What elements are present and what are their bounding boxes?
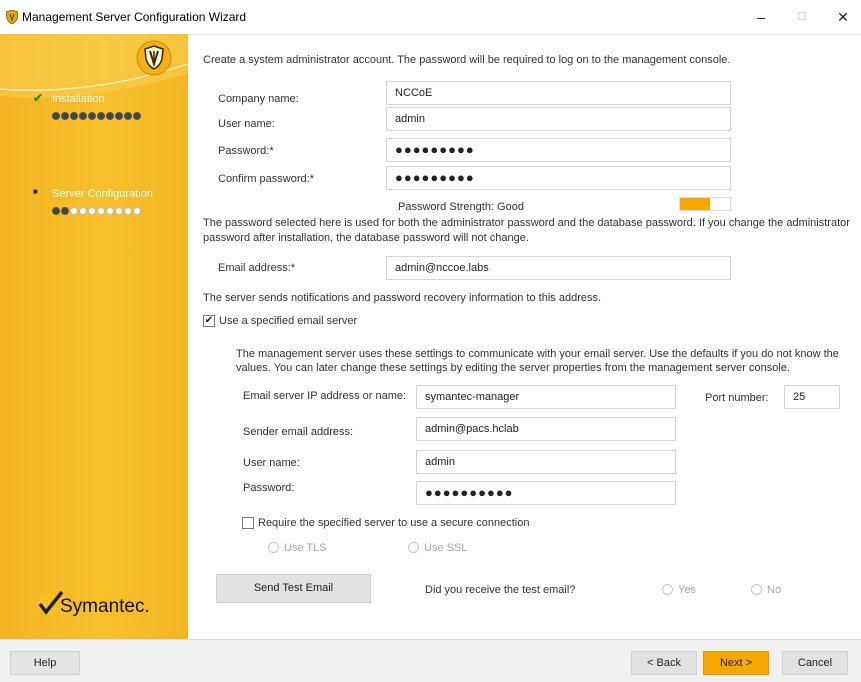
- intro-text: Create a system administrator account. T…: [203, 54, 731, 66]
- progress-dot: [97, 112, 105, 120]
- received-yes-radio[interactable]: [662, 584, 673, 595]
- back-button[interactable]: < Back: [631, 651, 697, 675]
- minimize-button[interactable]: –: [746, 6, 776, 28]
- password-label: Password:*: [218, 145, 274, 157]
- title-bar: Management Server Configuration Wizard –…: [0, 0, 861, 35]
- step-installation-marker: ✔: [33, 91, 44, 105]
- received-yes-label: Yes: [678, 584, 696, 596]
- progress-dot: [115, 112, 123, 120]
- secure-connection-label: Require the specified server to use a se…: [258, 517, 530, 529]
- use-email-server-label: Use a specified email server: [219, 315, 358, 327]
- app-shield-icon: [5, 9, 19, 25]
- company-name-label: Company name:: [218, 93, 299, 105]
- user-name-label: User name:: [218, 118, 275, 130]
- step-server-config-label: Server Configuration: [52, 188, 153, 200]
- close-button[interactable]: ✕: [828, 6, 858, 28]
- step-installation-progress: [52, 111, 142, 123]
- cancel-button[interactable]: Cancel: [782, 651, 848, 675]
- progress-dot: [70, 112, 78, 120]
- progress-dot: [88, 207, 96, 215]
- symantec-shield-icon: [136, 40, 172, 76]
- email-server-ip-label: Email server IP address or name:: [243, 390, 407, 402]
- progress-dot: [106, 112, 114, 120]
- smtp-password-label: Password:: [243, 482, 295, 494]
- progress-dot: [88, 112, 96, 120]
- send-test-email-button[interactable]: Send Test Email: [216, 574, 371, 603]
- window-title: Management Server Configuration Wizard: [22, 10, 247, 24]
- use-ssl-label: Use SSL: [424, 542, 468, 554]
- progress-dot: [133, 112, 141, 120]
- secure-connection-checkbox[interactable]: [242, 517, 254, 529]
- password-strength-text: Password Strength: Good: [398, 201, 524, 213]
- progress-dot: [70, 207, 78, 215]
- help-button[interactable]: Help: [10, 651, 80, 675]
- step-server-config-marker: ■: [33, 187, 38, 196]
- use-tls-label: Use TLS: [284, 542, 327, 554]
- password-strength-meter: [679, 197, 731, 211]
- progress-dot: [52, 112, 60, 120]
- email-server-ip-input[interactable]: symantec-manager: [416, 385, 676, 409]
- confirm-password-label: Confirm password:*: [218, 173, 314, 185]
- use-tls-radio[interactable]: [268, 542, 279, 553]
- password-input[interactable]: ●●●●●●●●●: [386, 138, 731, 162]
- progress-dot: [115, 207, 123, 215]
- test-email-question: Did you receive the test email?: [425, 584, 576, 596]
- use-ssl-radio[interactable]: [408, 542, 419, 553]
- smtp-user-name-label: User name:: [243, 457, 300, 469]
- company-name-input[interactable]: NCCoE: [386, 81, 731, 105]
- port-number-input[interactable]: 25: [784, 385, 840, 409]
- maximize-button[interactable]: ☐: [787, 6, 817, 28]
- port-number-label: Port number:: [705, 392, 769, 404]
- password-note-line2: password after installation, the databas…: [203, 232, 529, 244]
- logo-text: Symantec.: [60, 596, 150, 617]
- email-address-label: Email address:*: [218, 262, 296, 274]
- progress-dot: [61, 112, 69, 120]
- password-note-line1: The password selected here is used for b…: [203, 217, 850, 229]
- password-strength-fill: [680, 198, 710, 210]
- email-address-input[interactable]: admin@nccoe.labs: [386, 256, 731, 280]
- progress-dot: [79, 112, 87, 120]
- next-button[interactable]: Next >: [703, 651, 769, 675]
- smtp-password-input[interactable]: ●●●●●●●●●●: [416, 481, 676, 505]
- smtp-user-name-input[interactable]: admin: [416, 450, 676, 474]
- confirm-password-input[interactable]: ●●●●●●●●●: [386, 166, 731, 190]
- email-server-desc-line2: values. You can later change these setti…: [236, 362, 790, 374]
- sender-email-input[interactable]: admin@pacs.hclab: [416, 417, 676, 441]
- progress-dot: [106, 207, 114, 215]
- progress-dot: [61, 207, 69, 215]
- received-no-radio[interactable]: [751, 584, 762, 595]
- progress-dot: [79, 207, 87, 215]
- email-server-desc-line1: The management server uses these setting…: [236, 348, 839, 360]
- sender-email-label: Sender email address:: [243, 426, 354, 438]
- step-installation-label: Installation: [52, 93, 105, 105]
- progress-dot: [124, 207, 132, 215]
- progress-dot: [124, 112, 132, 120]
- step-server-config-progress: [52, 206, 142, 218]
- use-email-server-checkbox[interactable]: ✔: [203, 315, 215, 327]
- user-name-input[interactable]: admin: [386, 107, 731, 131]
- progress-dot: [97, 207, 105, 215]
- received-no-label: No: [767, 584, 782, 596]
- progress-dot: [133, 207, 141, 215]
- progress-dot: [52, 207, 60, 215]
- notify-text: The server sends notifications and passw…: [203, 292, 602, 304]
